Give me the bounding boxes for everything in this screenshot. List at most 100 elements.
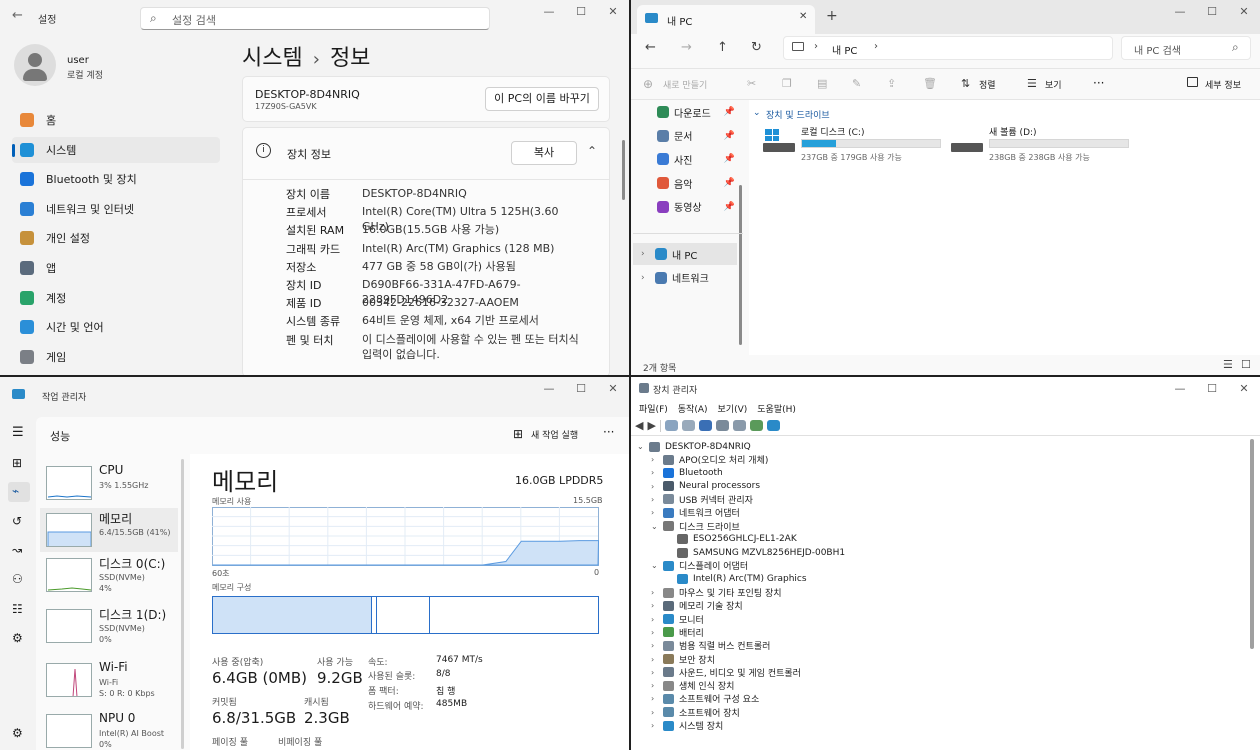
chevron-right-icon[interactable]: › xyxy=(651,708,663,717)
chevron-down-icon[interactable]: ⌄ xyxy=(651,561,663,570)
copy-icon[interactable]: ❐ xyxy=(782,77,792,90)
tree-node-20[interactable]: › 시스템 장치 xyxy=(651,719,723,732)
refresh-icon[interactable]: ↻ xyxy=(751,40,762,55)
new-task-icon[interactable]: ⊞ xyxy=(513,427,523,441)
maximize-icon[interactable]: ☐ xyxy=(1196,0,1228,26)
startup-icon[interactable]: ↝ xyxy=(12,543,22,557)
details-icon[interactable]: ☷ xyxy=(12,602,23,616)
minimize-icon[interactable]: — xyxy=(533,377,565,403)
share-icon[interactable]: ⇪ xyxy=(887,77,896,90)
tree-node-3[interactable]: › USB 커넥터 관리자 xyxy=(651,493,753,506)
sidebar-item-4[interactable]: 개인 설정 xyxy=(12,225,220,251)
sidebar-item-8[interactable]: 게임 xyxy=(12,344,220,370)
sidebar-item-6[interactable]: 계정 xyxy=(12,285,220,311)
chevron-right-icon[interactable]: › xyxy=(651,468,663,477)
menu-item-2[interactable]: 보기(V) xyxy=(718,402,748,415)
properties-icon[interactable] xyxy=(664,420,678,431)
services-icon[interactable]: ⚙ xyxy=(12,631,23,645)
pin-icon[interactable]: 📌 xyxy=(724,131,735,141)
sidebar-item-0[interactable]: 홈 xyxy=(12,107,220,133)
tab-my-pc[interactable]: 내 PC ✕ xyxy=(637,5,815,34)
tree-node-7[interactable]: SAMSUNG MZVL8256HEJD-00BH1 xyxy=(665,546,845,559)
tree-node-1[interactable]: › Bluetooth xyxy=(651,466,723,479)
search-box[interactable]: 내 PC 검색 ⌕ xyxy=(1121,36,1251,60)
copy-button[interactable]: 복사 xyxy=(511,141,577,165)
chevron-right-icon[interactable]: › xyxy=(651,628,663,637)
delete-icon[interactable]: 🗑 xyxy=(923,77,937,90)
show-hidden-icon[interactable] xyxy=(681,420,695,431)
section-chevron-icon[interactable]: ⌄ xyxy=(753,108,761,118)
pin-icon[interactable]: 📌 xyxy=(724,178,735,188)
perf-item-4[interactable]: Wi-Fi Wi-Fi S: 0 R: 0 Kbps xyxy=(40,658,178,706)
new-button[interactable]: 새로 만들기 xyxy=(663,78,707,91)
tree-node-19[interactable]: › 소프트웨어 장치 xyxy=(651,706,740,719)
menu-item-1[interactable]: 동작(A) xyxy=(678,402,708,415)
more-button[interactable]: ··· xyxy=(603,425,614,439)
tile-view-icon[interactable]: ☐ xyxy=(1241,358,1251,371)
chevron-right-icon[interactable]: › xyxy=(651,508,663,517)
sidebar-item-1[interactable]: 시스템 xyxy=(12,136,220,163)
chevron-right-icon[interactable]: › xyxy=(651,655,663,664)
perf-item-3[interactable]: 디스크 1(D:) SSD(NVMe) 0% xyxy=(40,604,178,652)
performance-icon[interactable]: ⌁ xyxy=(12,484,19,498)
perf-item-2[interactable]: 디스크 0(C:) SSD(NVMe) 4% xyxy=(40,553,178,601)
sidebar-item-5[interactable]: 앱 xyxy=(12,255,220,281)
tree-node-9[interactable]: Intel(R) Arc(TM) Graphics xyxy=(665,573,807,586)
perf-scrollbar[interactable] xyxy=(181,459,184,749)
chevron-right-icon[interactable]: › xyxy=(651,668,663,677)
sort-icon[interactable]: ⇅ xyxy=(961,77,970,90)
chevron-right-icon[interactable]: › xyxy=(651,615,663,624)
list-view-icon[interactable]: ☰ xyxy=(1223,358,1233,371)
tree-node-2[interactable]: › Neural processors xyxy=(651,480,760,493)
nav-item-4[interactable]: 동영상 📌 xyxy=(657,196,737,218)
sidebar-item-7[interactable]: 시간 및 언어 xyxy=(12,314,220,340)
maximize-icon[interactable]: ☐ xyxy=(565,0,597,26)
pin-icon[interactable]: 📌 xyxy=(724,202,735,212)
tree-node-13[interactable]: › 배터리 xyxy=(651,626,704,639)
tree-node-8[interactable]: ⌄ 디스플레이 어댑터 xyxy=(651,559,748,572)
tree-node-15[interactable]: › 보안 장치 xyxy=(651,653,715,666)
nav-item-2[interactable]: 사진 📌 xyxy=(657,148,737,170)
search-box[interactable]: ⌕ 설정 검색 xyxy=(140,7,490,30)
drive-item-0[interactable]: 로컬 디스크 (C:) 237GB 중 179GB 사용 가능 xyxy=(763,125,953,165)
rename-button[interactable]: 이 PC의 이름 바꾸기 xyxy=(485,87,599,111)
tree-node-14[interactable]: › 범용 직렬 버스 컨트롤러 xyxy=(651,639,770,652)
chevron-right-icon[interactable]: › xyxy=(651,495,663,504)
menu-item-3[interactable]: 도움말(H) xyxy=(757,402,796,415)
cut-icon[interactable]: ✂ xyxy=(747,77,756,90)
avatar[interactable] xyxy=(14,44,56,86)
perf-item-5[interactable]: NPU 0 Intel(R) AI Boost 0% xyxy=(40,709,178,750)
tree-node-12[interactable]: › 모니터 xyxy=(651,613,704,626)
disable-icon[interactable] xyxy=(732,420,746,431)
up-arrow-icon[interactable]: ↑ xyxy=(717,40,728,55)
perf-item-1[interactable]: 메모리 6.4/15.5GB (41%) xyxy=(40,508,178,552)
minimize-icon[interactable]: — xyxy=(1164,0,1196,26)
chevron-right-icon[interactable]: › xyxy=(651,455,663,464)
maximize-icon[interactable]: ☐ xyxy=(565,377,597,403)
monitor-icon[interactable] xyxy=(766,420,780,431)
sort-button[interactable]: 정렬 xyxy=(979,78,996,91)
tree-node-17[interactable]: › 생체 인식 장치 xyxy=(651,679,734,692)
tree-node-18[interactable]: › 소프트웨어 구성 요소 xyxy=(651,692,759,705)
maximize-icon[interactable]: ☐ xyxy=(1196,377,1228,403)
chevron-right-icon[interactable]: › xyxy=(633,273,651,283)
tree-item-1[interactable]: › 네트워크 xyxy=(633,267,737,289)
tree-node-16[interactable]: › 사운드, 비디오 및 게임 컨트롤러 xyxy=(651,666,801,679)
back-arrow-icon[interactable]: ← xyxy=(12,8,23,23)
pin-icon[interactable]: 📌 xyxy=(724,107,735,117)
tree-node-0[interactable]: › APO(오디오 처리 개체) xyxy=(651,453,768,466)
tree-node-10[interactable]: › 마우스 및 기타 포인팅 장치 xyxy=(651,586,782,599)
nav-item-3[interactable]: 음악 📌 xyxy=(657,172,737,194)
nav-scrollbar[interactable] xyxy=(739,185,742,345)
details-button[interactable]: 세부 정보 xyxy=(1205,78,1241,91)
chevron-right-icon[interactable]: › xyxy=(651,721,663,730)
hamburger-icon[interactable]: ☰ xyxy=(12,425,24,440)
view-icon[interactable]: ☰ xyxy=(1027,77,1037,90)
sidebar-item-2[interactable]: Bluetooth 및 장치 xyxy=(12,166,220,192)
chevron-right-icon[interactable]: › xyxy=(651,694,663,703)
back-arrow-icon[interactable]: ← xyxy=(645,40,656,55)
tree-item-0[interactable]: › 내 PC xyxy=(633,243,737,265)
nav-item-0[interactable]: 다운로드 📌 xyxy=(657,101,737,123)
chevron-right-icon[interactable]: › xyxy=(651,681,663,690)
chevron-right-icon[interactable]: › xyxy=(633,249,651,259)
